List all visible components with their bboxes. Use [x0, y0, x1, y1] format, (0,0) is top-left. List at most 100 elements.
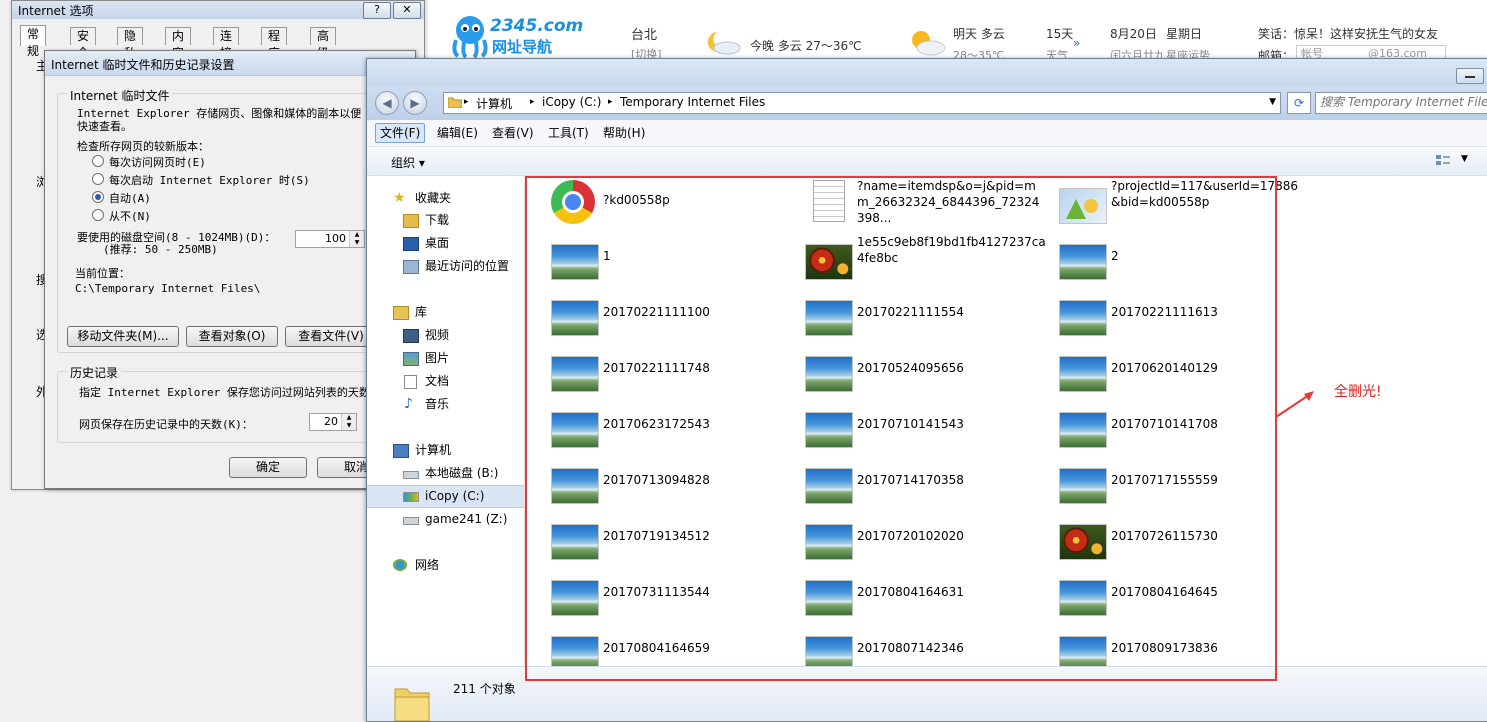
organize-button[interactable]: 组织 ▾	[391, 154, 425, 171]
search-box[interactable]	[1315, 92, 1487, 114]
view-options-icon[interactable]	[1435, 154, 1451, 168]
nav-pictures[interactable]: 图片	[367, 348, 524, 369]
refresh-button[interactable]: ⟳	[1287, 92, 1311, 114]
nav-videos[interactable]: 视频	[367, 325, 524, 346]
radio-never-label[interactable]: 从不(N)	[109, 208, 151, 224]
desktop-icon	[403, 237, 419, 251]
breadcrumb-drive[interactable]: iCopy (C:)	[542, 95, 601, 109]
joke-link[interactable]: 笑话：惊呆！这样安抚生气的女友	[1258, 25, 1438, 42]
breadcrumb-computer[interactable]: 计算机	[476, 95, 512, 112]
tab-connections[interactable]: 连接	[213, 27, 240, 60]
menu-tools[interactable]: 工具(T)	[544, 124, 593, 142]
tab-security[interactable]: 安全	[70, 27, 97, 60]
network-icon	[393, 559, 407, 571]
sun-cloud-icon	[912, 31, 946, 56]
internet-options-titlebar: Internet 选项 ? ✕	[12, 1, 424, 19]
history-days-label: 网页保存在历史记录中的天数(K)：	[79, 418, 253, 431]
nav-downloads[interactable]: 下载	[367, 210, 524, 231]
breadcrumb-folder[interactable]: Temporary Internet Files	[620, 95, 765, 109]
ok-button[interactable]: 确定	[229, 457, 307, 478]
history-description: 指定 Internet Explorer 保存您访问过网站列表的天数	[79, 386, 370, 399]
refresh-icon: ⟳	[1293, 96, 1305, 110]
nav-libraries[interactable]: 库	[367, 302, 524, 323]
download-folder-icon	[403, 214, 419, 228]
nav-drive-c[interactable]: iCopy (C:)	[367, 485, 524, 508]
today-weekday: 星期日	[1166, 27, 1203, 41]
nav-libraries-label: 库	[415, 305, 428, 319]
nav-favorites-label: 收藏夹	[415, 191, 452, 205]
tab-privacy[interactable]: 隐私	[117, 27, 144, 60]
menu-file[interactable]: 文件(F)	[375, 123, 426, 143]
browser-header-strip: 2345.com 网址导航 台北 [切换] 今晚 多云 27～36℃ 明天 多云…	[428, 0, 1487, 61]
radio-automatic-label[interactable]: 自动(A)	[109, 190, 151, 206]
address-bar[interactable]: ▸ 计算机 ▸ iCopy (C:) ▸ Temporary Internet …	[443, 92, 1281, 114]
nav-music[interactable]: ♪ 音乐	[367, 394, 524, 415]
nav-recent-places[interactable]: 最近访问的位置	[367, 256, 524, 277]
weather-15days-link[interactable]: 15天	[1046, 25, 1073, 42]
nav-drive-b-label: 本地磁盘 (B:)	[425, 466, 499, 480]
view-dropdown-icon[interactable]: ▼	[1461, 154, 1468, 164]
tab-programs[interactable]: 程序	[261, 27, 288, 60]
tab-general[interactable]: 常规	[20, 25, 47, 58]
current-location-value: C:\Temporary Internet Files\	[75, 282, 261, 295]
nav-documents-label: 文档	[425, 374, 450, 388]
network-drive-icon	[403, 517, 419, 525]
tab-advanced[interactable]: 高级	[310, 27, 337, 60]
music-icon: ♪	[404, 396, 413, 412]
nav-music-label: 音乐	[425, 397, 450, 411]
radio-never[interactable]	[92, 209, 104, 221]
nav-favorites[interactable]: ★ 收藏夹	[367, 188, 524, 209]
disk-space-hint: (推荐: 50 - 250MB)	[103, 243, 218, 256]
tab-content[interactable]: 内容	[165, 27, 192, 60]
nav-desktop-label: 桌面	[425, 236, 450, 250]
temp-files-title: Internet 临时文件和历史记录设置	[51, 58, 235, 72]
view-files-button[interactable]: 查看文件(V)	[285, 326, 377, 347]
search-input[interactable]	[1316, 93, 1487, 111]
radio-every-start[interactable]	[92, 173, 104, 185]
nav-computer[interactable]: 计算机	[367, 440, 524, 461]
menu-view[interactable]: 查看(V)	[488, 124, 538, 142]
navigation-pane: ★ 收藏夹 下载 桌面 最近访问的位置 库 视频 图片 文档 ♪ 音乐 计算机 …	[367, 176, 525, 666]
library-icon	[393, 306, 409, 320]
chevron-right-icon[interactable]: »	[1073, 36, 1080, 50]
system-drive-icon	[403, 492, 419, 502]
view-objects-button[interactable]: 查看对象(O)	[186, 326, 278, 347]
computer-icon	[393, 444, 409, 458]
nav-downloads-label: 下载	[425, 213, 450, 227]
close-button[interactable]: ✕	[393, 2, 421, 19]
move-folder-button[interactable]: 移动文件夹(M)...	[67, 326, 179, 347]
internet-options-title: Internet 选项	[18, 4, 94, 18]
menu-edit[interactable]: 编辑(E)	[433, 124, 482, 142]
nav-desktop[interactable]: 桌面	[367, 233, 524, 254]
disk-space-stepper[interactable]: 100	[295, 230, 365, 248]
nav-network[interactable]: 网络	[367, 555, 524, 576]
brand-slogan: 网址导航	[492, 38, 553, 56]
radio-every-visit[interactable]	[92, 155, 104, 167]
help-button[interactable]: ?	[363, 2, 391, 19]
folder-icon	[448, 97, 462, 108]
radio-every-visit-label[interactable]: 每次访问网页时(E)	[109, 154, 206, 170]
forward-arrow-icon: ▶	[410, 96, 420, 110]
command-bar: 组织 ▾ ▼	[367, 147, 1487, 176]
recent-places-icon	[403, 260, 419, 274]
back-button[interactable]: ◀	[375, 91, 399, 115]
temp-files-group-label: Internet 临时文件	[67, 87, 173, 104]
breadcrumb-separator-icon[interactable]: ▸	[608, 97, 613, 107]
site-logo[interactable]: 2345.com 网址导航	[450, 14, 583, 58]
nav-drive-z[interactable]: game241 (Z:)	[367, 509, 524, 530]
check-version-label: 检查所存网页的较新版本：	[77, 140, 209, 153]
address-dropdown-icon[interactable]: ▼	[1269, 97, 1276, 107]
annotation-note: 全删光!	[1334, 384, 1382, 400]
forward-button[interactable]: ▶	[403, 91, 427, 115]
nav-documents[interactable]: 文档	[367, 371, 524, 392]
menu-help[interactable]: 帮助(H)	[599, 124, 649, 142]
breadcrumb-separator-icon: ▸	[464, 97, 469, 107]
nav-videos-label: 视频	[425, 328, 450, 342]
weather-city[interactable]: 台北	[631, 24, 657, 43]
radio-automatic[interactable]	[92, 191, 104, 203]
radio-every-start-label[interactable]: 每次启动 Internet Explorer 时(S)	[109, 172, 310, 188]
history-days-stepper[interactable]: 20	[309, 413, 357, 431]
nav-drive-b[interactable]: 本地磁盘 (B:)	[367, 463, 524, 484]
breadcrumb-separator-icon[interactable]: ▸	[530, 97, 535, 107]
minimize-button[interactable]	[1456, 68, 1484, 84]
